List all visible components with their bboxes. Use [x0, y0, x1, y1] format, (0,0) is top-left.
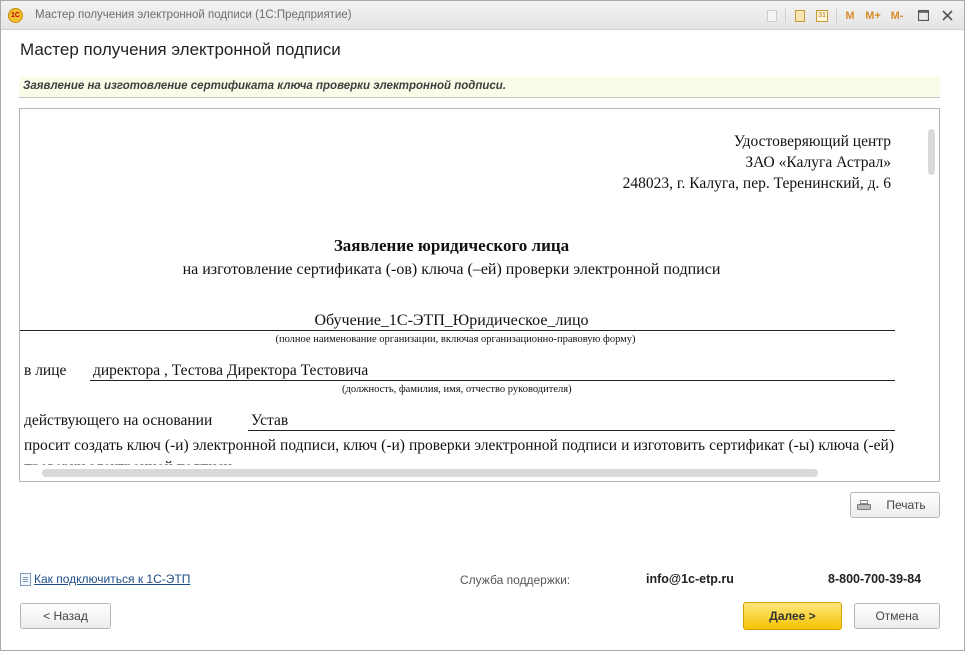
- help-link[interactable]: Как подключиться к 1С-ЭТП: [20, 572, 190, 586]
- document-subtitle: на изготовление сертификата (-ов) ключа …: [182, 261, 721, 278]
- person-prefix: в лице: [24, 362, 67, 379]
- document-page: Удостоверяющий центр ЗАО «Калуга Астрал»…: [20, 109, 925, 467]
- document-icon: [20, 572, 31, 586]
- calculator-icon[interactable]: [793, 7, 807, 24]
- person-value: директора , Тестова Директора Тестовича: [93, 362, 369, 379]
- horizontal-scroll-thumb[interactable]: [42, 469, 818, 477]
- print-button-label: Печать: [886, 498, 926, 512]
- organization-name: Обучение_1С-ЭТП_Юридическое_лицо: [314, 312, 589, 329]
- close-icon[interactable]: [940, 7, 954, 24]
- basis-underline: [248, 430, 895, 431]
- addressee-line: Удостоверяющий центр: [733, 133, 891, 150]
- addressee-line: ЗАО «Калуга Астрал»: [745, 154, 891, 171]
- addressee-line: 248023, г. Калуга, пер. Теренинский, д. …: [622, 175, 891, 192]
- wizard-window: 1С Мастер получения электронной подписи …: [0, 0, 965, 651]
- maximize-icon[interactable]: [916, 7, 930, 24]
- vertical-scrollbar[interactable]: [923, 109, 939, 467]
- page-title: Мастер получения электронной подписи: [20, 40, 341, 59]
- help-link-label[interactable]: Как подключиться к 1С-ЭТП: [34, 572, 190, 586]
- print-button[interactable]: Печать: [850, 492, 940, 518]
- next-button[interactable]: Далее >: [743, 602, 842, 630]
- calendar-icon[interactable]: 31: [814, 7, 830, 24]
- toolbar-separator: [836, 8, 837, 23]
- document-title: Заявление юридического лица: [333, 236, 570, 255]
- support-phone: 8-800-700-39-84: [828, 572, 922, 586]
- printer-icon: [857, 500, 871, 511]
- support-label: Служба поддержки:: [460, 573, 571, 587]
- organization-underline: [20, 330, 895, 331]
- back-button[interactable]: < Назад: [20, 603, 111, 629]
- cancel-button[interactable]: Отмена: [854, 603, 940, 629]
- document-preview[interactable]: Удостоверяющий центр ЗАО «Калуга Астрал»…: [19, 108, 940, 482]
- vertical-scroll-thumb[interactable]: [928, 129, 935, 175]
- person-note: (должность, фамилия, имя, отчество руков…: [342, 384, 572, 395]
- app-1c-icon: 1С: [8, 8, 23, 23]
- request-text: просит создать ключ (-и) электронной под…: [24, 437, 894, 467]
- document-icon[interactable]: [765, 7, 779, 24]
- title-bar: 1С Мастер получения электронной подписи …: [1, 1, 964, 30]
- horizontal-scrollbar[interactable]: [20, 465, 925, 481]
- memory-minus-button[interactable]: M-: [887, 7, 907, 24]
- support-email: info@1c-etp.ru: [646, 572, 734, 586]
- basis-prefix: действующего на основании: [24, 412, 213, 429]
- basis-value: Устав: [251, 412, 289, 429]
- memory-button[interactable]: M: [843, 7, 857, 24]
- info-text: Заявление на изготовление сертификата кл…: [23, 80, 507, 92]
- window-title: Мастер получения электронной подписи (1С…: [35, 9, 352, 21]
- info-bar: Заявление на изготовление сертификата кл…: [19, 77, 940, 98]
- toolbar-separator: [785, 8, 786, 23]
- organization-note: (полное наименование организации, включа…: [275, 334, 636, 345]
- memory-plus-button[interactable]: M+: [863, 7, 883, 24]
- person-underline: [90, 380, 895, 381]
